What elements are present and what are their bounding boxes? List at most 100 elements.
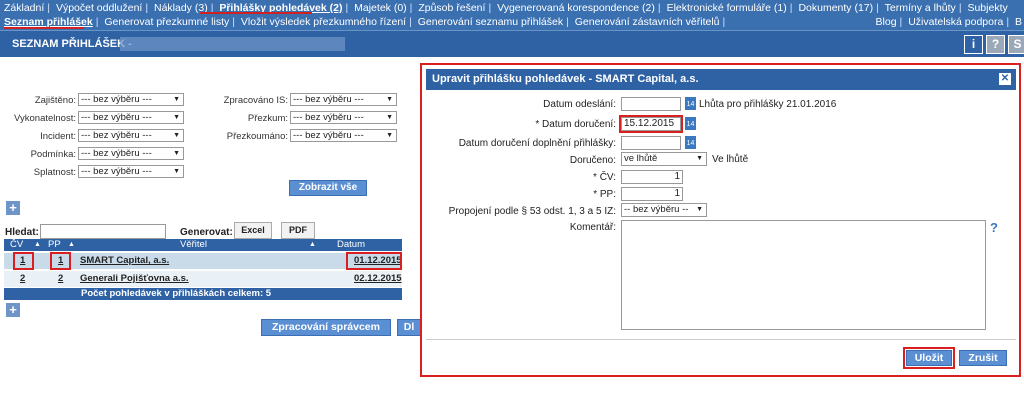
sent-date-input[interactable] — [621, 97, 681, 111]
nav-item-formulare[interactable]: Elektronické formuláře (1) — [667, 2, 787, 14]
nav-item-zpusob-reseni[interactable]: Způsob řešení — [418, 2, 485, 14]
help-button[interactable]: ? — [986, 35, 1005, 54]
help-icon[interactable]: ? — [990, 220, 998, 235]
nav-item-dokumenty[interactable]: Dokumenty (17) — [798, 2, 873, 14]
delivered-date-label: * Datum doručení: — [535, 119, 616, 130]
sent-date-label: Datum odeslání: — [543, 99, 616, 110]
page-title: SEZNAM PŘIHLÁŠEK - — [12, 38, 132, 50]
nav-blog[interactable]: Blog — [876, 16, 897, 28]
sort-icon[interactable]: ▲ — [309, 239, 316, 251]
filter-value: --- bez výběru --- — [81, 94, 152, 105]
pdf-button[interactable]: PDF — [281, 222, 315, 239]
chevron-down-icon: ▼ — [173, 150, 180, 157]
close-icon[interactable]: ✕ — [999, 73, 1011, 85]
cell-date[interactable]: 02.12.2015 — [354, 273, 402, 285]
subnav-zastavni-veritele[interactable]: Generování zástavních věřitelů — [575, 16, 720, 28]
calendar-icon[interactable]: 14 — [685, 136, 696, 149]
calendar-icon[interactable]: 14 — [685, 117, 696, 130]
chevron-down-icon: ▼ — [173, 96, 180, 103]
nav-row-sub: Seznam přihlášek | Generovat přezkumné li… — [4, 16, 726, 28]
subnav-generovani-seznamu[interactable]: Generování seznamu přihlášek — [418, 16, 563, 28]
pp-input[interactable]: 1 — [621, 187, 683, 201]
table-row[interactable]: 2 2 Generali Pojišťovna a.s. 02.12.2015 — [4, 271, 402, 287]
cv-label: * ČV: — [593, 172, 616, 183]
chevron-down-icon: ▼ — [173, 114, 180, 121]
excel-button[interactable]: Excel — [234, 222, 272, 239]
filter-select-prezkoumano[interactable]: --- bez výběru --- ▼ — [290, 129, 397, 142]
cell-creditor[interactable]: SMART Capital, a.s. — [80, 255, 169, 267]
nav-support[interactable]: Uživatelská podpora — [908, 16, 1003, 28]
chevron-down-icon: ▼ — [386, 132, 393, 139]
nav-item-subjekty[interactable]: Subjekty — [967, 2, 1007, 14]
filter-value: --- bez výběru --- — [293, 112, 364, 123]
edit-claim-modal: Upravit přihlášku pohledávek - SMART Cap… — [420, 63, 1021, 377]
info-button[interactable]: i — [964, 35, 983, 54]
nav-right-links: Blog | Uživatelská podpora | B — [875, 16, 1022, 28]
column-header-pp[interactable]: PP — [48, 239, 61, 251]
table-total: Počet pohledávek v přihláškách celkem: 5 — [4, 288, 402, 300]
cancel-button[interactable]: Zrušit — [959, 350, 1007, 366]
filter-select-zpracovano[interactable]: --- bez výběru --- ▼ — [290, 93, 397, 106]
search-label: Hledat: — [5, 227, 39, 238]
secondary-button[interactable]: Dl — [397, 319, 421, 336]
show-all-button[interactable]: Zobrazit vše — [289, 180, 367, 196]
filter-select-incident[interactable]: --- bez výběru --- ▼ — [78, 129, 184, 142]
highlight-box — [346, 252, 402, 270]
link-value: -- bez výběru -- — [624, 204, 689, 215]
filter-label-prezkum: Přezkum: — [247, 113, 288, 124]
filter-select-podminka[interactable]: --- bez výběru --- ▼ — [78, 147, 184, 160]
nav-b[interactable]: B — [1015, 16, 1022, 28]
supplement-date-label: Datum doručení doplnění přihlášky: — [458, 138, 616, 149]
chevron-down-icon: ▼ — [173, 168, 180, 175]
filter-value: --- bez výběru --- — [293, 130, 364, 141]
page: Základní | Výpočet oddlužení | Náklady (3)… — [0, 0, 1024, 406]
highlight-box — [50, 252, 71, 270]
save-button[interactable]: Uložit — [906, 350, 952, 366]
sort-icon[interactable]: ▲ — [68, 239, 75, 251]
filter-select-zajisteno[interactable]: --- bez výběru --- ▼ — [78, 93, 184, 106]
filter-select-splatnost[interactable]: --- bez výběru --- ▼ — [78, 165, 184, 178]
cell-cv[interactable]: 2 — [20, 273, 25, 285]
column-header-cv[interactable]: ČV — [10, 239, 23, 251]
delivery-label: Doručeno: — [569, 155, 616, 166]
nav-item-korespondence[interactable]: Vygenerovaná korespondence (2) — [497, 2, 655, 14]
nav-item-majetek[interactable]: Majetek (0) — [354, 2, 407, 14]
link-label: Propojení podle § 53 odst. 1, 3 a 5 IZ: — [448, 206, 616, 217]
filter-select-prezkum[interactable]: --- bez výběru --- ▼ — [290, 111, 397, 124]
pp-label: * PP: — [593, 189, 616, 200]
chevron-down-icon: ▼ — [173, 132, 180, 139]
chevron-down-icon: ▼ — [386, 96, 393, 103]
settings-button[interactable]: S — [1008, 35, 1024, 54]
generate-label: Generovat: — [180, 227, 233, 238]
calendar-icon[interactable]: 14 — [685, 97, 696, 110]
comment-label: Komentář: — [569, 222, 616, 233]
highlight-box — [13, 252, 34, 270]
add-icon[interactable]: + — [6, 201, 20, 215]
nav-item-zakladni[interactable]: Základní — [4, 2, 44, 14]
filter-value: --- bez výběru --- — [81, 166, 152, 177]
filter-value: --- bez výběru --- — [293, 94, 364, 105]
process-by-admin-button[interactable]: Zpracování správcem — [261, 319, 391, 336]
cell-pp[interactable]: 2 — [58, 273, 63, 285]
page-header: SEZNAM PŘIHLÁŠEK - i ? S — [0, 30, 1024, 57]
filter-label-splatnost: Splatnost: — [33, 167, 76, 178]
cv-input[interactable]: 1 — [621, 170, 683, 184]
supplement-date-input[interactable] — [621, 136, 681, 150]
subnav-vysledek-prezkumu[interactable]: Vložit výsledek přezkumného řízení — [241, 16, 406, 28]
column-header-veritel[interactable]: Věřitel — [180, 239, 207, 251]
filter-label-zajisteno: Zajištěno: — [34, 95, 76, 106]
modal-header: Upravit přihlášku pohledávek - SMART Cap… — [426, 69, 1016, 90]
delivery-select[interactable]: ve lhůtě ▼ — [621, 152, 707, 166]
add-icon[interactable]: + — [6, 303, 20, 317]
nav-item-vypocet[interactable]: Výpočet oddlužení — [56, 2, 142, 14]
sort-icon[interactable]: ▲ — [34, 239, 41, 251]
search-input[interactable] — [40, 224, 166, 239]
subnav-prezkumne-listy[interactable]: Generovat přezkumné listy — [104, 16, 229, 28]
cell-creditor[interactable]: Generali Pojišťovna a.s. — [80, 273, 189, 285]
comment-textarea[interactable] — [621, 220, 986, 330]
filter-select-vykonatelnost[interactable]: --- bez výběru --- ▼ — [78, 111, 184, 124]
nav-item-terminy[interactable]: Termíny a lhůty — [885, 2, 956, 14]
chevron-down-icon: ▼ — [696, 206, 703, 213]
link-select[interactable]: -- bez výběru -- ▼ — [621, 203, 707, 217]
filter-value: --- bez výběru --- — [81, 112, 152, 123]
